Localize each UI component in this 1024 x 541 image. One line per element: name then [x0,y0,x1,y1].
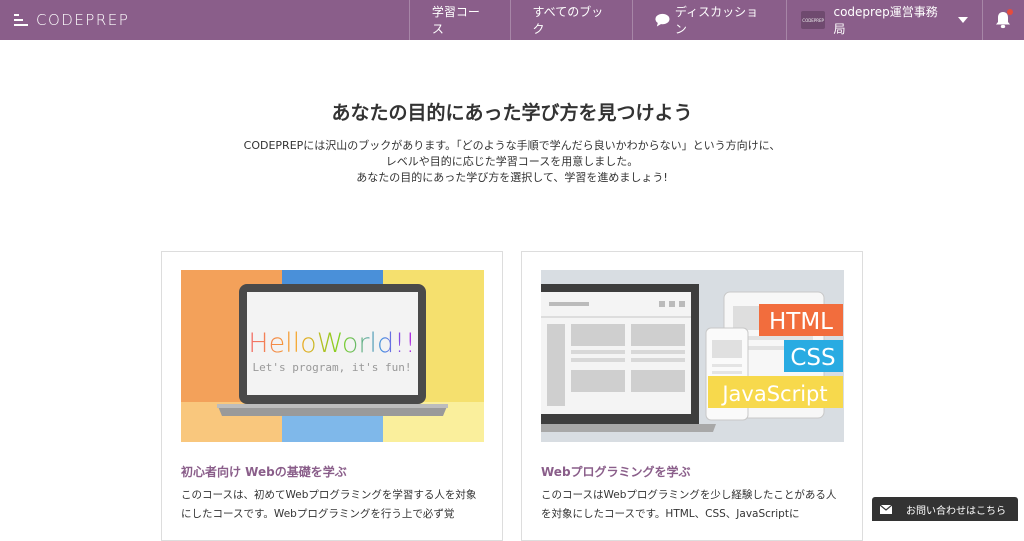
avatar-text: CODEPREP [802,17,824,23]
contact-button[interactable]: お問い合わせはこちら [872,497,1018,521]
mail-icon [880,504,892,514]
course-image-beginner: HelloWorld!! Let's program, it's fun! [181,270,484,442]
nav-courses[interactable]: 学習コース [408,0,510,40]
helloworld-laptop-illustration: HelloWorld!! Let's program, it's fun! [181,270,484,442]
top-header: CODEPREP 学習コース すべてのブック ディスカッション CODEPREP… [0,0,1024,40]
logo-text: CODEPREP [36,11,130,29]
devices-illustration: HTML CSS JavaScript [541,270,844,442]
course-text-beginner: このコースは、初めてWebプログラミングを学習する人を対象にしたコースです。We… [181,489,477,520]
css-tag: CSS [790,345,835,371]
notification-badge [1006,9,1013,15]
course-title-web-programming[interactable]: Webプログラミングを学ぶ [541,463,691,480]
notifications-button[interactable] [981,0,1024,40]
nav-discussion-label: ディスカッション [674,5,759,36]
course-title-beginner[interactable]: 初心者向け Webの基礎を学ぶ [181,463,347,480]
chat-bubble-icon [655,13,670,27]
user-menu[interactable]: CODEPREP codeprep運営事務局 [785,0,982,40]
nav-all-books-label: すべてのブック [532,5,604,36]
helloworld-subtitle: Let's program, it's fun! [253,361,412,374]
intro-description: CODEPREPには沢山のブックがあります。「どのような手順で学んだら良いかわか… [0,138,1024,186]
intro-line-2: レベルや目的に応じた学習コースを用意しました。 [385,155,639,168]
course-card-web-programming[interactable]: HTML CSS JavaScript Webプログラミングを学ぶ このコースは… [521,251,863,541]
menu-logo-icon [14,14,28,26]
user-name: codeprep運営事務局 [833,5,938,36]
html-tag: HTML [769,309,833,335]
course-text-web-programming: このコースはWebプログラミングを少し経験したことがある人を対象にしたコースです… [541,489,837,520]
avatar: CODEPREP [800,11,826,29]
chevron-down-icon [957,17,968,23]
contact-label: お問い合わせはこちら [906,505,1006,517]
page-title: あなたの目的にあった学び方を見つけよう [331,102,693,124]
nav-courses-label: 学習コース [431,5,480,36]
helloworld-text: HelloWorld!! [248,328,415,359]
main-nav: 学習コース すべてのブック ディスカッション [408,0,786,40]
logo[interactable]: CODEPREP [0,0,409,40]
nav-all-books[interactable]: すべてのブック [509,0,632,40]
nav-discussion[interactable]: ディスカッション [631,0,786,40]
intro-line-1: CODEPREPには沢山のブックがあります。「どのような手順で学んだら良いかわか… [243,139,781,152]
course-card-beginner[interactable]: HelloWorld!! Let's program, it's fun! 初心… [161,251,503,541]
javascript-tag: JavaScript [720,382,827,406]
intro-line-3: あなたの目的にあった学び方を選択して、学習を進めましょう! [356,171,668,184]
course-image-web-programming: HTML CSS JavaScript [541,270,844,442]
